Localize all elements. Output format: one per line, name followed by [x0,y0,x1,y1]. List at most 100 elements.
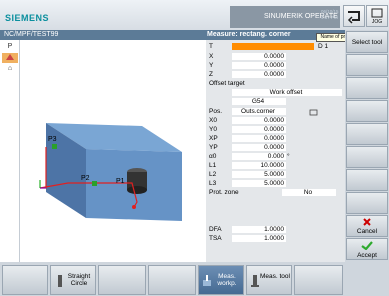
label-alpha0: α0 [209,153,217,160]
form-title: Measure: rectang. corner [207,31,291,38]
label-l3: L3 [209,180,217,187]
prot-zone-select[interactable]: No [282,189,336,196]
cancel-label: Cancel [356,228,378,235]
tool-d-value: D 1 [318,43,329,50]
accept-softkey[interactable]: Accept [346,238,388,260]
row-g54: G54 [206,98,345,106]
row-xp: XP 0.0000 [206,135,345,143]
horizontal-softkey-bar: Straight Circle Meas. workp. Meas. tool [0,262,389,296]
y-field[interactable]: 0.0000 [232,62,286,69]
vertical-tab-bar: P ⌂ [0,40,20,262]
label-x: X [209,53,214,60]
dfa-field[interactable]: 1.0000 [232,226,286,233]
y0-field[interactable]: 0.0000 [232,126,286,133]
meas-workp-softkey[interactable]: Meas. workp. [198,265,244,295]
row-x0: X0 0.0000 [206,117,345,125]
tool-name-input[interactable] [232,43,314,50]
siemens-logo: SIEMENS [5,13,50,23]
row-y0: Y0 0.0000 [206,126,345,134]
accept-label: Accept [357,252,377,259]
corner-icon [309,109,318,116]
label-prot-zone: Prot. zone [209,189,239,196]
label-y: Y [209,62,214,69]
label-tsa: TSA [209,235,222,242]
vertical-softkey-bar: Select tool Cancel Accept [345,30,389,262]
hkey-7[interactable] [294,265,343,295]
x-field[interactable]: 0.0000 [232,53,286,60]
softkey-2[interactable] [346,54,388,76]
label-y0: Y0 [209,126,217,133]
yp-field[interactable]: 0.0000 [232,144,286,151]
work-offset-select[interactable]: Work offset [232,89,342,96]
label-t: T [209,43,213,50]
row-offset-target: Offset target [206,80,345,88]
label-x0: X0 [209,117,217,124]
menu-back-button[interactable] [343,5,365,27]
title-bar: NC/MPF/TEST99 Measure: rectang. corner [0,30,345,40]
tab-view[interactable]: ⌂ [2,64,18,74]
row-work-offset: Work offset [206,89,345,97]
meas-tool-softkey[interactable]: Meas. tool [246,265,292,295]
softkey-8[interactable] [346,192,388,214]
row-alpha0: α0 0.000 ° [206,153,345,161]
hkey-4[interactable] [148,265,196,295]
label-dfa: DFA [209,226,222,233]
row-l2: L2 5.0000 [206,171,345,179]
label-pos: Pos. [209,108,223,115]
hkey-3[interactable] [98,265,146,295]
row-prot-zone: Prot. zone No [206,189,345,197]
row-l1: L1 10.0000 [206,162,345,170]
workpiece-probe-icon [203,275,211,286]
xp-field[interactable]: 0.0000 [232,135,286,142]
row-tsa: TSA 1.0000 [206,235,345,243]
tab-program[interactable]: P [2,42,18,52]
softkey-7[interactable] [346,169,388,191]
straight-circle-softkey[interactable]: Straight Circle [50,265,96,295]
jog-mode-button[interactable]: JOG [366,5,388,27]
pos-select[interactable]: Outs.corner [232,108,286,115]
label-l2: L2 [209,171,217,178]
degree-unit: ° [287,153,290,160]
hkey-1[interactable] [2,265,48,295]
meas-workp-label: Meas. workp. [217,273,237,287]
z-field[interactable]: 0.0000 [232,71,286,78]
point-p2-label: P2 [81,175,90,182]
row-x: X 0.0000 [206,53,345,61]
l2-field[interactable]: 5.0000 [232,171,286,178]
row-dfa: DFA 1.0000 [206,226,345,234]
g54-select[interactable]: G54 [232,98,286,105]
point-p3-label: P3 [48,136,57,143]
graphic-tab-icon [6,54,14,60]
row-y: Y 0.0000 [206,62,345,70]
softkey-5[interactable] [346,123,388,145]
softkey-6[interactable] [346,146,388,168]
header-bar: SIEMENS SINUMERIK OPERATE 06/10/15 4:37 … [0,0,389,30]
point-p1-label: P1 [116,178,125,185]
alpha0-field[interactable]: 0.000 [232,153,286,160]
row-pos: Pos. Outs.corner [206,108,345,116]
tsa-field[interactable]: 1.0000 [232,235,286,242]
row-tool: T D 1 [206,43,345,51]
tool-icon [58,275,62,287]
l3-field[interactable]: 5.0000 [232,180,286,187]
l1-field[interactable]: 10.0000 [232,162,286,169]
softkey-4[interactable] [346,100,388,122]
straight-circle-label: Straight Circle [67,273,91,287]
tab-graphic[interactable] [2,53,18,63]
row-z: Z 0.0000 [206,71,345,79]
checkmark-icon [361,241,373,251]
cancel-softkey[interactable]: Cancel [346,215,388,237]
return-icon [347,11,360,24]
x0-field[interactable]: 0.0000 [232,117,286,124]
timestamp: 06/10/15 4:37 PM [321,9,339,20]
parameter-form: T D 1 X 0.0000 Y 0.0000 Z 0.0000 Offset … [206,40,345,273]
label-yp: YP [209,144,218,151]
label-xp: XP [209,135,218,142]
softkey-3[interactable] [346,77,388,99]
select-tool-softkey[interactable]: Select tool [346,31,388,53]
jog-icon [371,8,383,18]
row-yp: YP 0.0000 [206,144,345,152]
workpiece-illustration [39,123,182,221]
label-l1: L1 [209,162,217,169]
tool-probe-icon [251,275,259,287]
